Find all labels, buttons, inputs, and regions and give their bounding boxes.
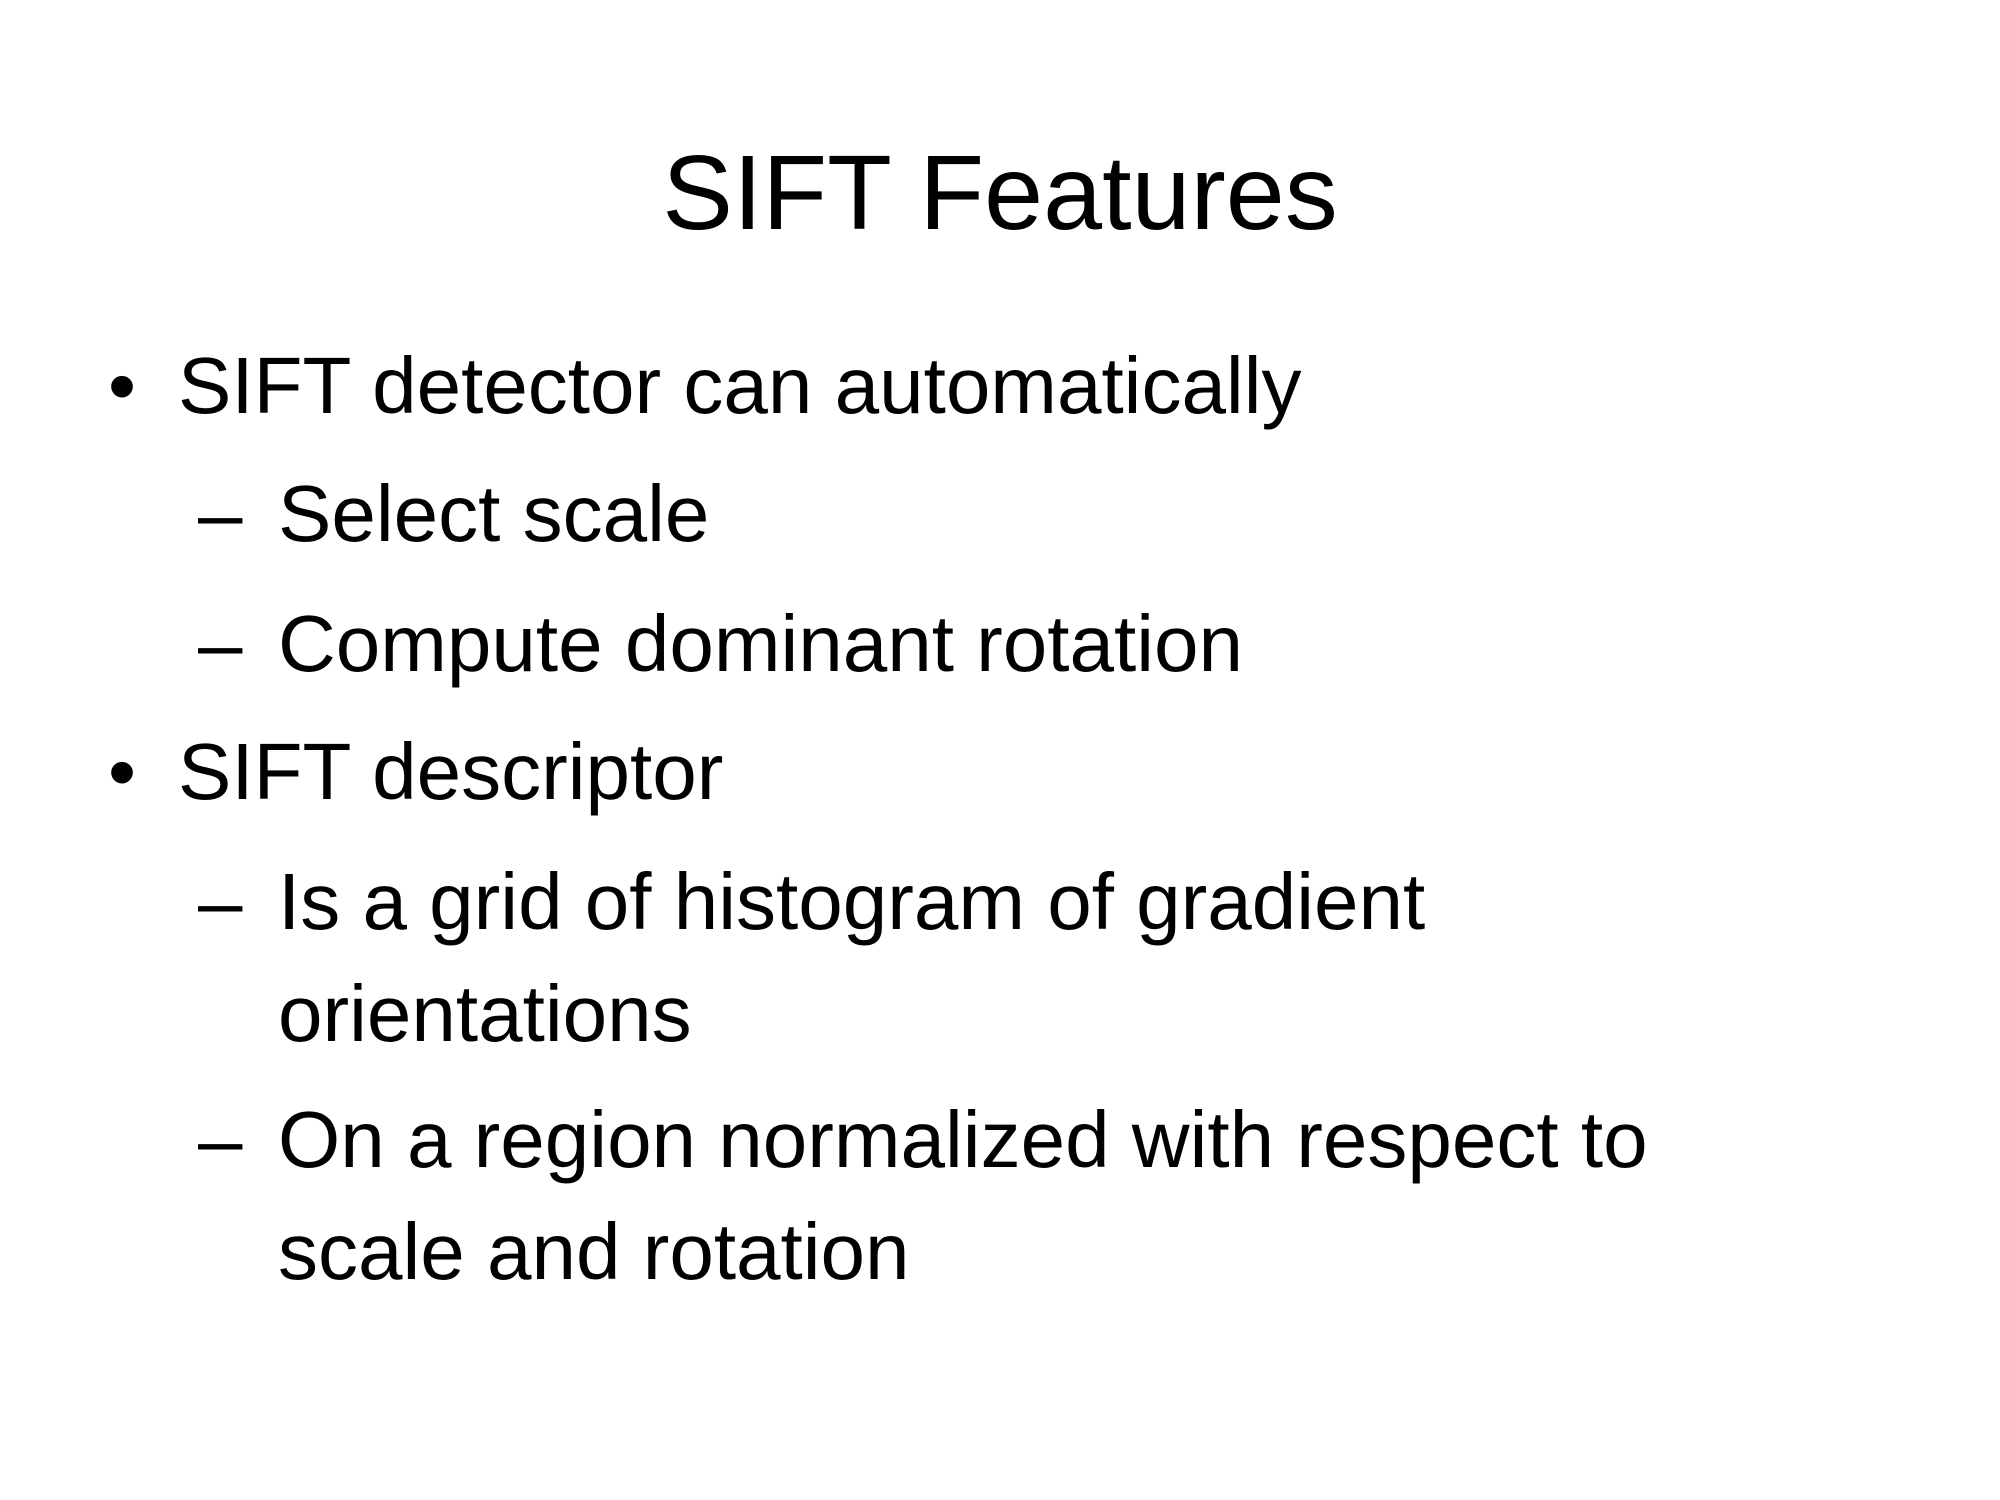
slide-title: SIFT Features — [662, 134, 1338, 252]
bullet-marker: • — [108, 341, 137, 430]
sub-bullet-item: – Compute dominant rotation — [198, 588, 1758, 700]
sub-bullet-text: Compute dominant rotation — [278, 599, 1243, 688]
bullet-text: SIFT detector can automatically — [178, 341, 1302, 430]
bullet-item: • SIFT detector can automatically — [108, 330, 1878, 442]
sub-bullet-marker: – — [198, 1095, 243, 1184]
slide: SIFT Features • SIFT detector can automa… — [0, 0, 2000, 1500]
bullet-marker: • — [108, 727, 137, 816]
sub-bullet-item: – Is a grid of histogram of gradient ori… — [198, 846, 1498, 1070]
sub-bullet-marker: – — [198, 469, 243, 558]
bullet-text: SIFT descriptor — [178, 727, 724, 816]
sub-bullet-item: – Select scale — [198, 458, 1758, 570]
sub-bullet-marker: – — [198, 599, 243, 688]
sub-bullet-text: Select scale — [278, 469, 710, 558]
sub-bullet-text: Is a grid of histogram of gradient orien… — [278, 857, 1426, 1058]
bullet-item: • SIFT descriptor — [108, 716, 1878, 828]
sub-bullet-text: On a region normalized with respect to s… — [278, 1095, 1648, 1296]
sub-bullet-item: – On a region normalized with respect to… — [198, 1084, 1758, 1308]
sub-bullet-marker: – — [198, 857, 243, 946]
